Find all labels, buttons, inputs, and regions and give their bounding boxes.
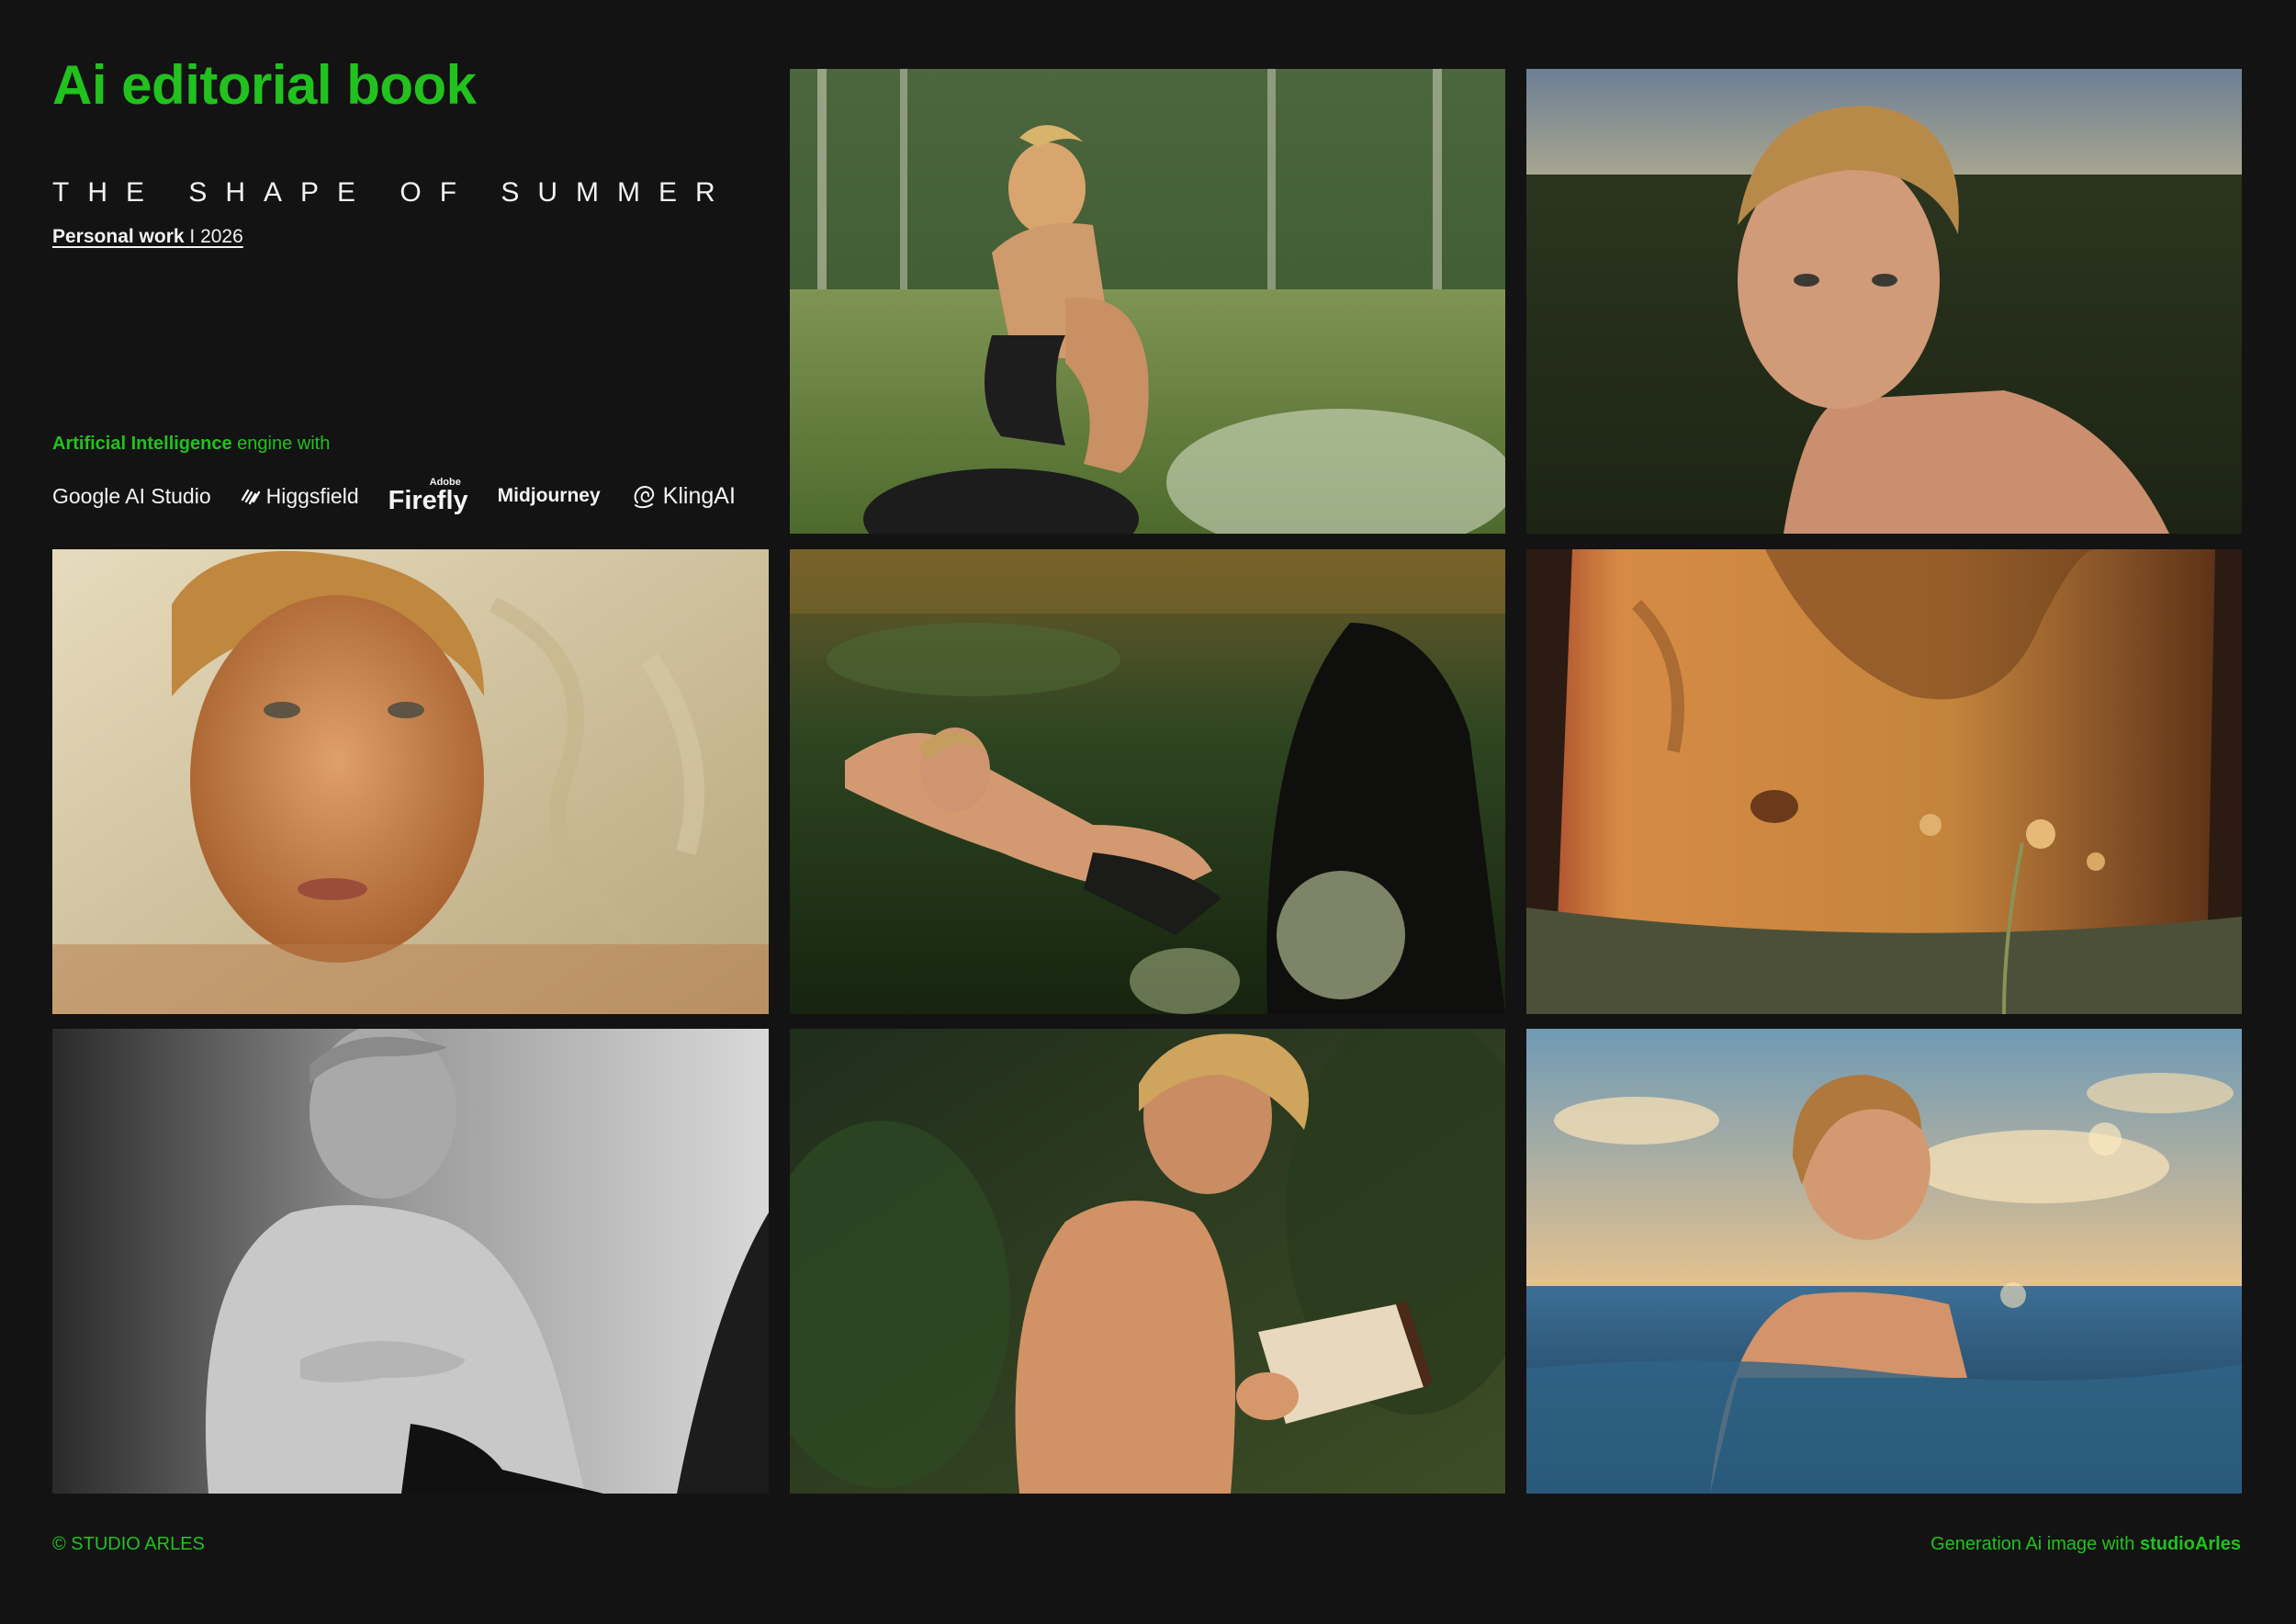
google-ai-studio-logo: Google AI Studio xyxy=(52,484,211,509)
kling-icon xyxy=(634,485,654,509)
higgsfield-icon xyxy=(241,489,260,505)
midjourney-label: Midjourney xyxy=(497,485,601,506)
generation-credit: Generation Ai image with studioArles xyxy=(1930,1534,2241,1555)
engine-intro: Artificial Intelligence engine with xyxy=(52,434,330,455)
higgsfield-logo: Higgsfield xyxy=(241,484,359,509)
google-ai-studio-label: Google AI Studio xyxy=(52,483,211,508)
photo-swimming-at-sunset xyxy=(1526,1029,2242,1494)
photo-crouching-on-rock xyxy=(790,69,1505,534)
photo-portrait-dark-field xyxy=(1526,69,2242,534)
higgsfield-label: Higgsfield xyxy=(265,483,359,508)
credit-prefix: Generation Ai image with xyxy=(1930,1534,2140,1554)
photo-torso-with-wildflower xyxy=(1526,549,2242,1014)
adobe-firefly-logo: Adobe Firefly xyxy=(388,478,468,514)
byline: Personal work I 2026 xyxy=(52,226,243,248)
credit-studio: studioArles xyxy=(2139,1534,2241,1554)
firefly-label: Firefly xyxy=(388,486,468,515)
engine-logos: Google AI Studio Higgsfield Adobe Firefl… xyxy=(52,478,736,514)
klingai-logo: KlingAI xyxy=(630,482,736,510)
engine-intro-rest: engine with xyxy=(231,434,331,454)
photo-black-and-white-torso xyxy=(52,1029,769,1494)
photo-writing-in-notebook xyxy=(790,1029,1505,1494)
photo-reclining-in-flowers xyxy=(790,549,1505,1014)
series-title: THE SHAPE OF SUMMER xyxy=(52,177,734,208)
copyright: © STUDIO ARLES xyxy=(52,1534,205,1554)
klingai-label: KlingAI xyxy=(662,482,736,509)
byline-year: I 2026 xyxy=(184,226,243,247)
byline-strong: Personal work xyxy=(52,226,185,247)
midjourney-logo: Midjourney xyxy=(498,485,601,507)
photo-face-on-sheets xyxy=(52,549,769,1014)
engine-intro-strong: Artificial Intelligence xyxy=(52,434,232,454)
book-title: Ai editorial book xyxy=(52,54,477,116)
